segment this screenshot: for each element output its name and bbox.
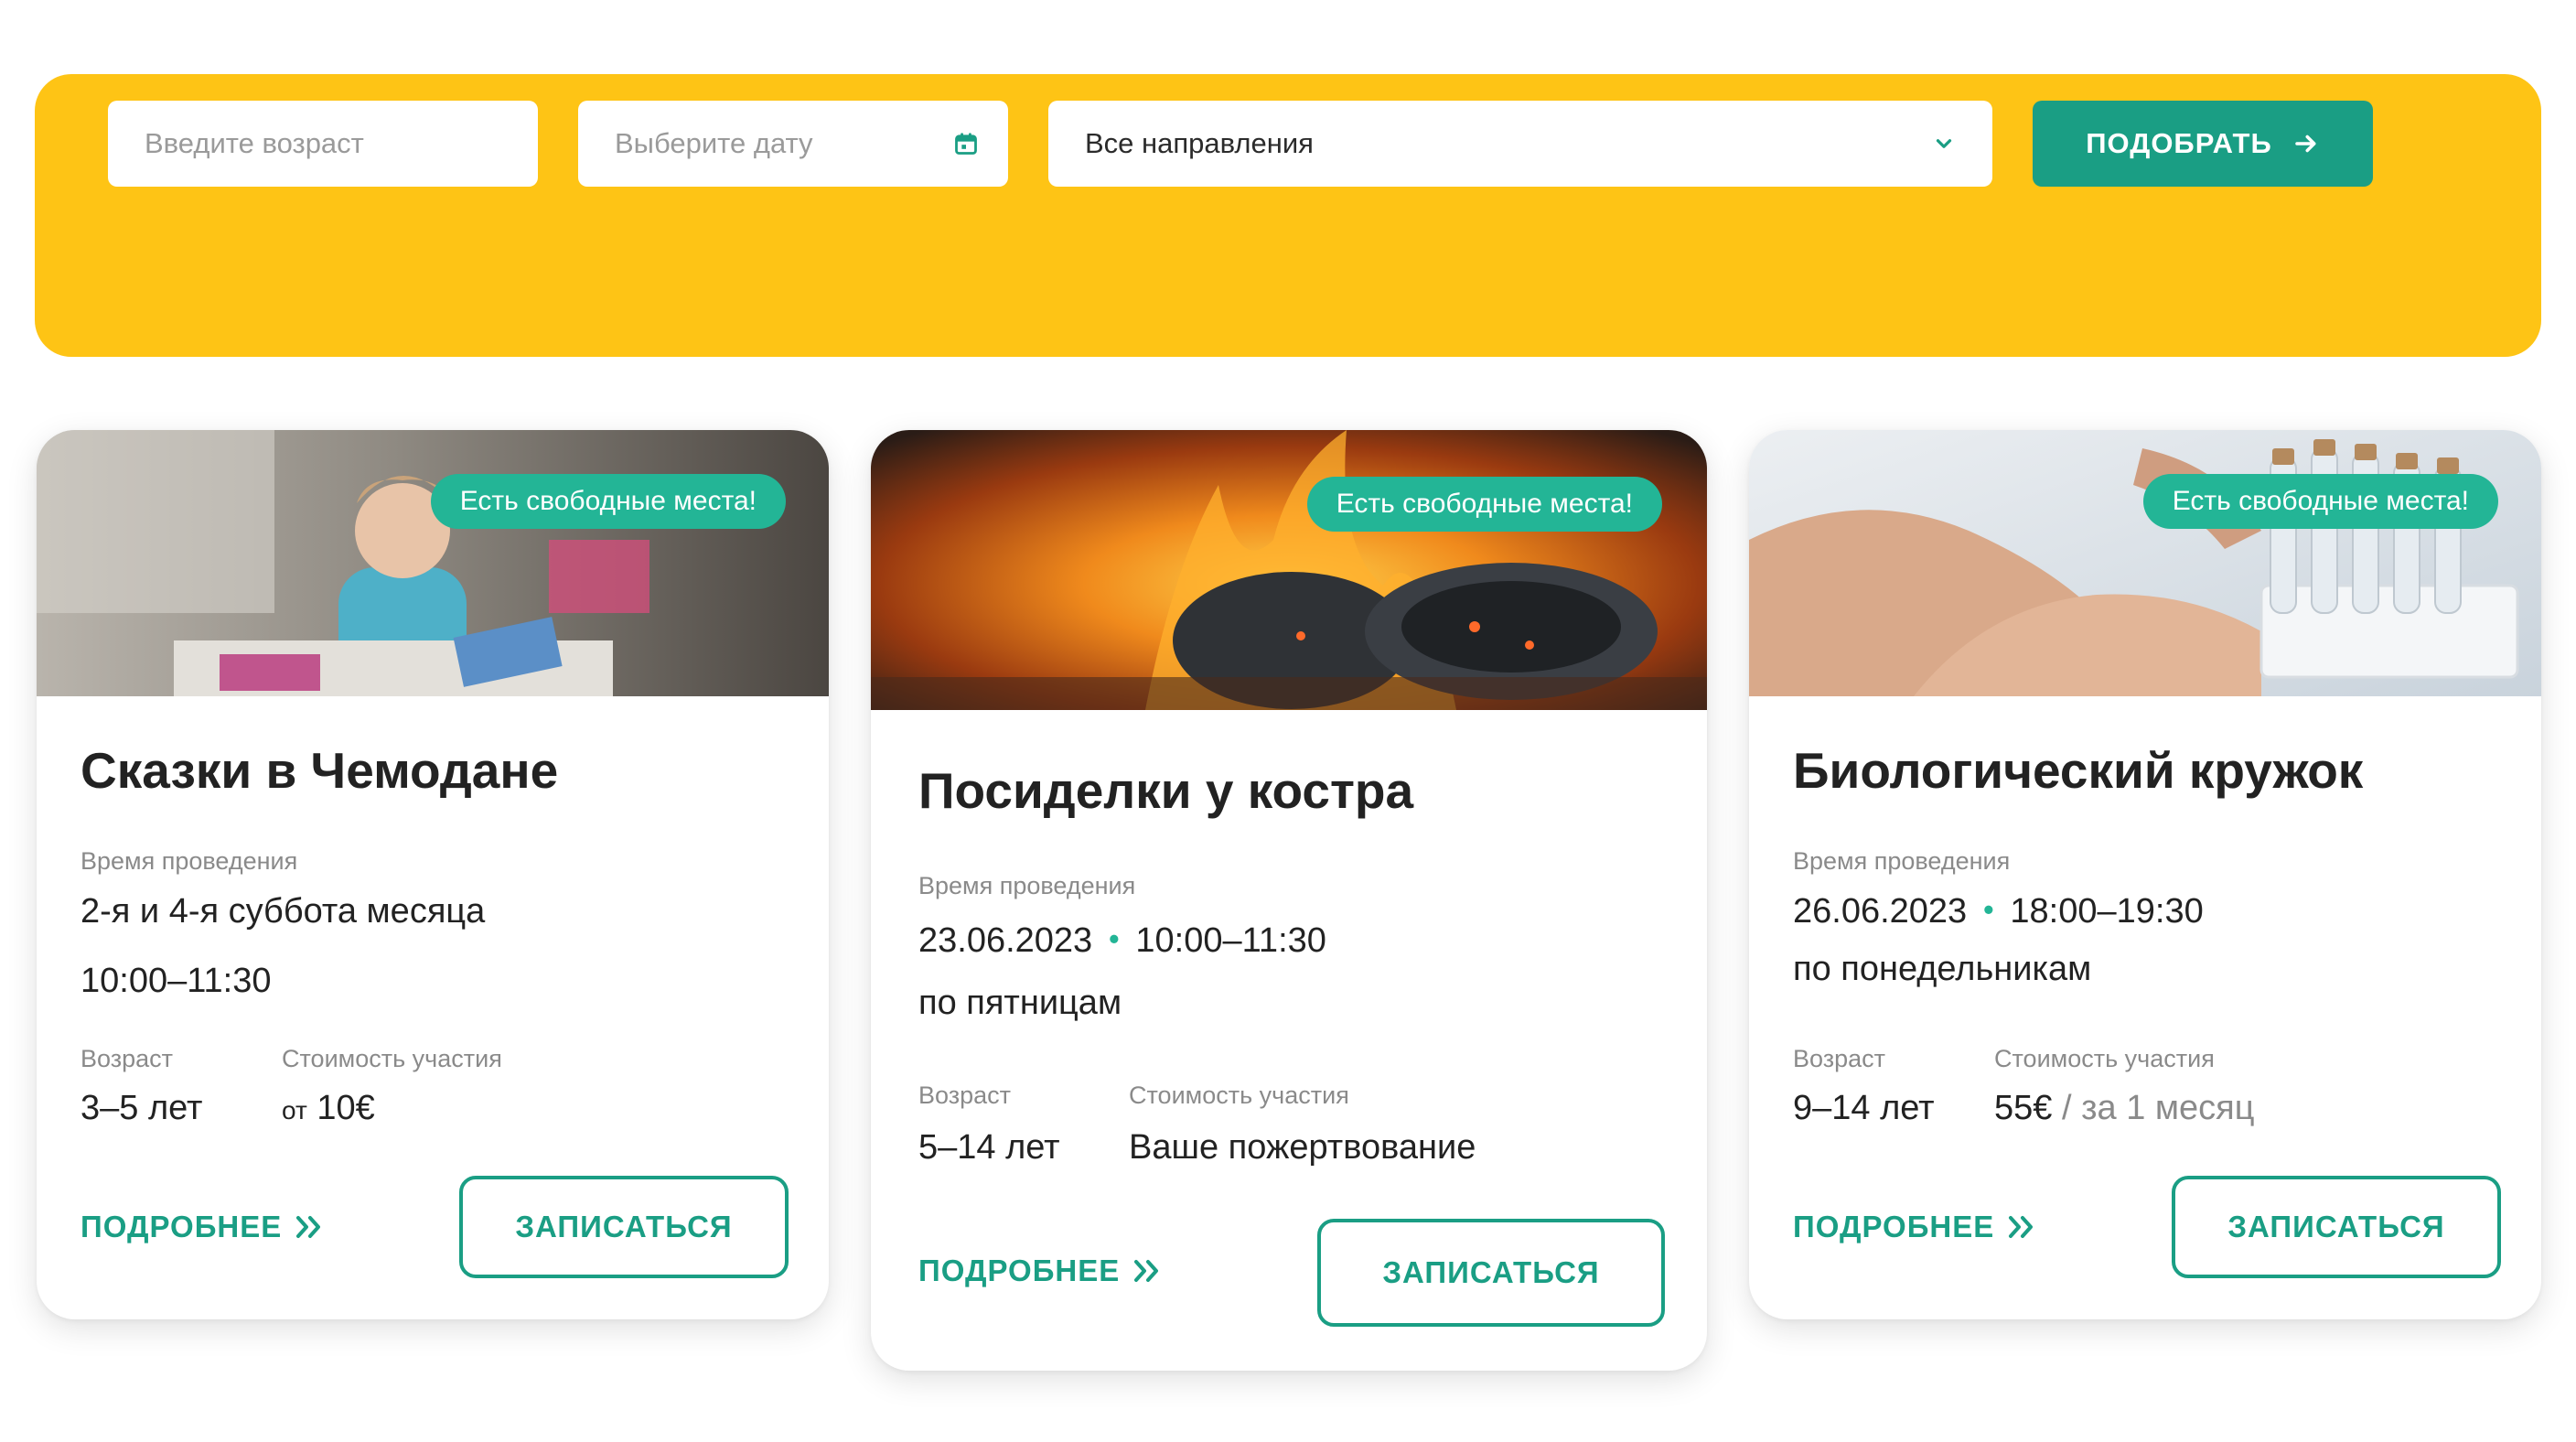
price-value: 55€ / за 1 месяц bbox=[1994, 1089, 2255, 1128]
more-link-label: ПОДРОБНЕЕ bbox=[1793, 1210, 1995, 1243]
time-schedule: 2-я и 4-я суббота месяца bbox=[80, 892, 486, 931]
event-title: Биологический кружок bbox=[1793, 742, 2364, 799]
event-date: 26.06.2023 bbox=[1793, 892, 1968, 931]
separator-dot: • bbox=[1983, 893, 1994, 926]
age-label: Возраст bbox=[918, 1082, 1011, 1109]
event-date: 23.06.2023 bbox=[918, 921, 1093, 960]
event-date-time: 23.06.2023 • 10:00–11:30 bbox=[918, 921, 1326, 961]
time-label: Время проведения bbox=[80, 847, 298, 875]
double-chevron-right-icon bbox=[2009, 1216, 2034, 1238]
event-title: Сказки в Чемодане bbox=[80, 742, 559, 799]
pick-button[interactable]: ПОДОБРАТЬ bbox=[2033, 101, 2373, 187]
event-photo-lab-hands bbox=[1749, 430, 2541, 696]
age-value: 5–14 лет bbox=[918, 1128, 1060, 1167]
age-input-placeholder: Введите возраст bbox=[145, 127, 364, 159]
event-photo-campfire bbox=[871, 430, 1707, 710]
double-chevron-right-icon bbox=[1134, 1260, 1159, 1282]
availability-badge: Есть свободные места! bbox=[2142, 474, 2498, 529]
event-photo-child-reading bbox=[37, 430, 829, 696]
double-chevron-right-icon bbox=[296, 1216, 321, 1238]
date-picker-placeholder: Выберите дату bbox=[615, 127, 813, 159]
age-label: Возраст bbox=[80, 1045, 173, 1072]
event-card: Есть свободные места! Посиделки у костра… bbox=[871, 430, 1707, 1371]
age-value: 9–14 лет bbox=[1793, 1089, 1935, 1127]
event-schedule: по пятницам bbox=[918, 984, 1122, 1022]
event-time: 10:00–11:30 bbox=[1135, 921, 1326, 960]
availability-badge: Есть свободные места! bbox=[1306, 477, 1662, 532]
more-link[interactable]: ПОДРОБНЕЕ bbox=[918, 1254, 1162, 1288]
time-label: Время проведения bbox=[1793, 847, 2011, 875]
event-schedule: по понедельникам bbox=[1793, 950, 2092, 988]
availability-badge: Есть свободные места! bbox=[430, 474, 786, 529]
age-label: Возраст bbox=[1793, 1045, 1885, 1072]
age-input[interactable]: Введите возраст bbox=[108, 101, 538, 187]
event-card: Есть свободные места! Биологический круж… bbox=[1749, 430, 2541, 1319]
direction-select-value: Все направления bbox=[1085, 127, 1314, 159]
enroll-button[interactable]: ЗАПИСАТЬСЯ bbox=[459, 1176, 789, 1278]
chevron-down-icon bbox=[1936, 139, 1952, 148]
separator-dot: • bbox=[1109, 922, 1120, 955]
price-label: Стоимость участия bbox=[1129, 1082, 1349, 1109]
more-link-label: ПОДРОБНЕЕ bbox=[918, 1254, 1121, 1287]
event-date-time: 26.06.2023 • 18:00–19:30 bbox=[1793, 892, 2204, 931]
price-label: Стоимость участия bbox=[1994, 1045, 2215, 1072]
age-value: 3–5 лет bbox=[80, 1089, 203, 1127]
event-time: 18:00–19:30 bbox=[2010, 892, 2204, 931]
pick-button-label: ПОДОБРАТЬ bbox=[2086, 127, 2272, 159]
price-value: от 10€ bbox=[282, 1089, 375, 1128]
date-picker[interactable]: Выберите дату bbox=[578, 101, 1008, 187]
enroll-button[interactable]: ЗАПИСАТЬСЯ bbox=[2172, 1176, 2501, 1278]
more-link-label: ПОДРОБНЕЕ bbox=[80, 1210, 283, 1243]
more-link[interactable]: ПОДРОБНЕЕ bbox=[1793, 1210, 2036, 1244]
price-label: Стоимость участия bbox=[282, 1045, 502, 1072]
price-amount: 10€ bbox=[317, 1089, 375, 1127]
direction-select[interactable]: Все направления bbox=[1048, 101, 1992, 187]
price-value: Ваше пожертвование bbox=[1129, 1128, 1476, 1167]
arrow-right-icon bbox=[2294, 135, 2316, 153]
price-prefix: от bbox=[282, 1096, 307, 1125]
price-period: / за 1 месяц bbox=[2061, 1089, 2255, 1127]
time-label: Время проведения bbox=[918, 872, 1136, 899]
more-link[interactable]: ПОДРОБНЕЕ bbox=[80, 1210, 324, 1244]
event-title: Посиделки у костра bbox=[918, 762, 1414, 819]
event-card: Есть свободные места! Сказки в Чемодане … bbox=[37, 430, 829, 1319]
price-amount: 55€ bbox=[1994, 1089, 2053, 1127]
time-range: 10:00–11:30 bbox=[80, 962, 272, 1000]
calendar-icon[interactable] bbox=[953, 131, 979, 156]
enroll-button[interactable]: ЗАПИСАТЬСЯ bbox=[1317, 1219, 1665, 1327]
